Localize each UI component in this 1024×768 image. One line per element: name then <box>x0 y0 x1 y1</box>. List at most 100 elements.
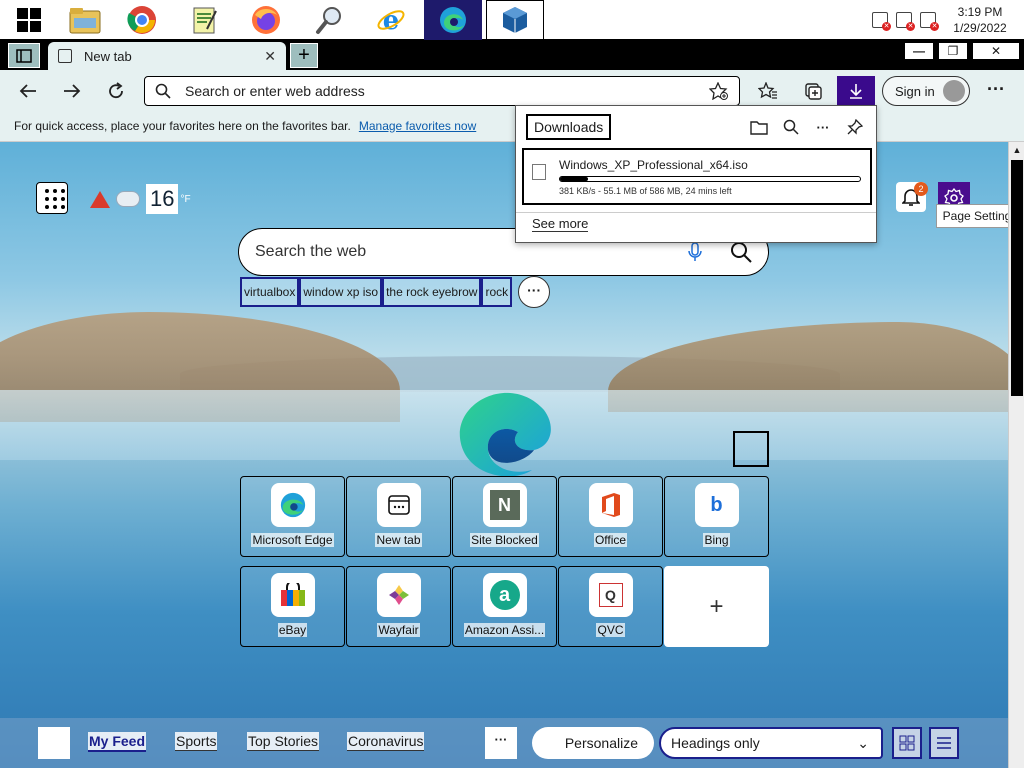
taskbar-file-explorer[interactable] <box>56 0 114 40</box>
taskbar-virtualbox[interactable] <box>486 0 544 40</box>
display-alert-icon[interactable]: ✕ <box>896 12 915 31</box>
quick-link-tile[interactable]: New tab <box>346 476 451 557</box>
tab-close-icon[interactable]: ✕ <box>264 48 276 65</box>
suggestion-chip[interactable]: the rock eyebrow <box>382 277 482 307</box>
taskbar-internet-explorer[interactable]: e <box>362 0 420 40</box>
scroll-up-icon[interactable]: ▲ <box>1009 142 1024 158</box>
notepad-icon <box>193 7 217 34</box>
back-button[interactable] <box>13 76 43 106</box>
quick-link-label: QVC <box>596 623 625 637</box>
chevron-down-icon: ⌄ <box>857 735 869 751</box>
address-bar[interactable]: Search or enter web address <box>144 76 740 106</box>
collections-button[interactable] <box>798 76 828 106</box>
tab-actions-icon <box>16 48 32 63</box>
suggestion-chip[interactable]: rock <box>481 277 513 307</box>
microphone-icon[interactable] <box>688 242 702 262</box>
suggestion-chip[interactable]: virtualbox <box>240 277 300 307</box>
forward-button[interactable] <box>57 76 87 106</box>
manage-favorites-link[interactable]: Manage favorites now <box>359 119 476 133</box>
restore-button[interactable]: ❐ <box>938 42 968 60</box>
suggestion-chip[interactable]: window xp iso <box>299 277 383 307</box>
temperature-value: 16 <box>146 184 179 214</box>
feed-tab-my-feed[interactable]: My Feed <box>88 732 147 752</box>
svg-text:e: e <box>383 6 400 35</box>
personalize-button[interactable]: Personalize <box>532 727 654 759</box>
grid-view-button[interactable] <box>892 727 922 759</box>
minimize-button[interactable]: — <box>904 42 934 60</box>
quick-link-label: Wayfair <box>377 623 420 637</box>
weather-alert-icon[interactable] <box>90 190 110 208</box>
scroll-thumb[interactable] <box>1011 160 1023 396</box>
content-layout-dropdown[interactable]: Headings only ⌄ <box>659 727 883 759</box>
search-downloads-icon[interactable] <box>780 116 802 138</box>
quick-link-tile[interactable]: eBay <box>240 566 345 647</box>
network-alert-icon[interactable]: ✕ <box>872 12 891 31</box>
downloads-actions: ··· <box>738 116 866 138</box>
settings-and-more-button[interactable]: ··· <box>983 76 1009 106</box>
download-progress-fill <box>560 177 589 181</box>
open-folder-icon[interactable] <box>748 116 770 138</box>
download-item[interactable]: Windows_XP_Professional_x64.iso 381 KB/s… <box>522 148 872 205</box>
list-view-button[interactable] <box>929 727 959 759</box>
taskbar-edge[interactable] <box>424 0 482 40</box>
taskbar-search[interactable] <box>300 0 358 40</box>
taskbar-firefox[interactable] <box>237 0 295 40</box>
tab-actions-button[interactable] <box>8 43 40 68</box>
quick-link-tile[interactable]: a Amazon Assi... <box>452 566 557 647</box>
app-launcher-button[interactable] <box>36 182 68 214</box>
add-quick-link-button[interactable]: + <box>664 566 769 647</box>
list-view-icon <box>937 737 951 749</box>
more-suggestions-button[interactable]: ··· <box>518 276 551 308</box>
web-search-input[interactable]: Search the web <box>255 243 688 261</box>
quick-link-tile[interactable]: Office <box>558 476 663 557</box>
volume-muted-icon[interactable]: ✕ <box>920 12 939 31</box>
taskbar-clock[interactable]: 3:19 PM 1/29/2022 <box>944 4 1016 36</box>
favorites-button[interactable] <box>753 76 783 106</box>
quick-link-tile[interactable]: Wayfair <box>346 566 451 647</box>
downloads-flyout: Downloads ··· Windows_XP_Professional_x6… <box>515 105 877 243</box>
forward-arrow-icon <box>64 84 81 98</box>
feed-tab-top-stories[interactable]: Top Stories <box>247 732 320 751</box>
news-feed-bar: My Feed Sports Top Stories Coronavirus ·… <box>0 718 1008 768</box>
start-button[interactable] <box>0 0 58 40</box>
address-input[interactable]: Search or enter web address <box>185 83 709 99</box>
add-favorite-icon[interactable] <box>709 82 729 100</box>
feed-tab-coronavirus[interactable]: Coronavirus <box>347 732 425 751</box>
browser-toolbar: Search or enter web address Sign in ··· <box>0 70 1024 110</box>
quick-link-tile[interactable]: N Site Blocked <box>452 476 557 557</box>
see-more-link[interactable]: See more <box>532 216 589 232</box>
feed-menu-button[interactable] <box>38 727 70 759</box>
clock-date: 1/29/2022 <box>953 21 1007 35</box>
file-icon <box>532 164 546 180</box>
feed-more-button[interactable]: ··· <box>485 727 517 759</box>
new-tab-button[interactable]: + <box>290 43 318 68</box>
quick-link-tile[interactable]: Q QVC <box>558 566 663 647</box>
taskbar-notepad[interactable] <box>176 0 234 40</box>
taskbar-chrome[interactable] <box>113 0 171 40</box>
page-scrollbar[interactable]: ▲ <box>1008 142 1024 768</box>
quick-link-tile[interactable]: b Bing <box>664 476 769 557</box>
pin-icon[interactable] <box>844 116 866 138</box>
sign-in-label: Sign in <box>895 83 935 99</box>
weather-widget[interactable]: 16 °F <box>90 184 191 214</box>
feed-tab-sports[interactable]: Sports <box>175 732 218 751</box>
system-tray: ✕ ✕ ✕ 3:19 PM 1/29/2022 <box>872 0 1024 40</box>
notification-count-badge: 2 <box>914 182 928 196</box>
search-submit-icon[interactable] <box>730 241 752 263</box>
download-arrow-icon <box>850 84 862 99</box>
quick-link-label: Bing <box>703 533 730 547</box>
refresh-button[interactable] <box>101 76 131 106</box>
tab-strip: New tab ✕ + — ❐ ✕ <box>0 40 1024 70</box>
notifications-button[interactable]: 2 <box>896 182 928 212</box>
windows-taskbar: e ✕ ✕ ✕ 3:19 PM 1/29/2022 <box>0 0 1024 40</box>
quick-link-tile[interactable]: Microsoft Edge <box>240 476 345 557</box>
downloads-more-icon[interactable]: ··· <box>812 116 834 138</box>
tab-new-tab[interactable]: New tab ✕ <box>48 42 286 70</box>
ie-icon: e <box>377 6 405 35</box>
close-window-button[interactable]: ✕ <box>972 42 1020 60</box>
folder-icon <box>69 8 101 34</box>
downloads-button[interactable] <box>837 76 875 106</box>
amazon-assistant-tile-icon: a <box>482 573 527 617</box>
sign-in-button[interactable]: Sign in <box>882 76 970 106</box>
firefox-icon <box>252 6 280 34</box>
